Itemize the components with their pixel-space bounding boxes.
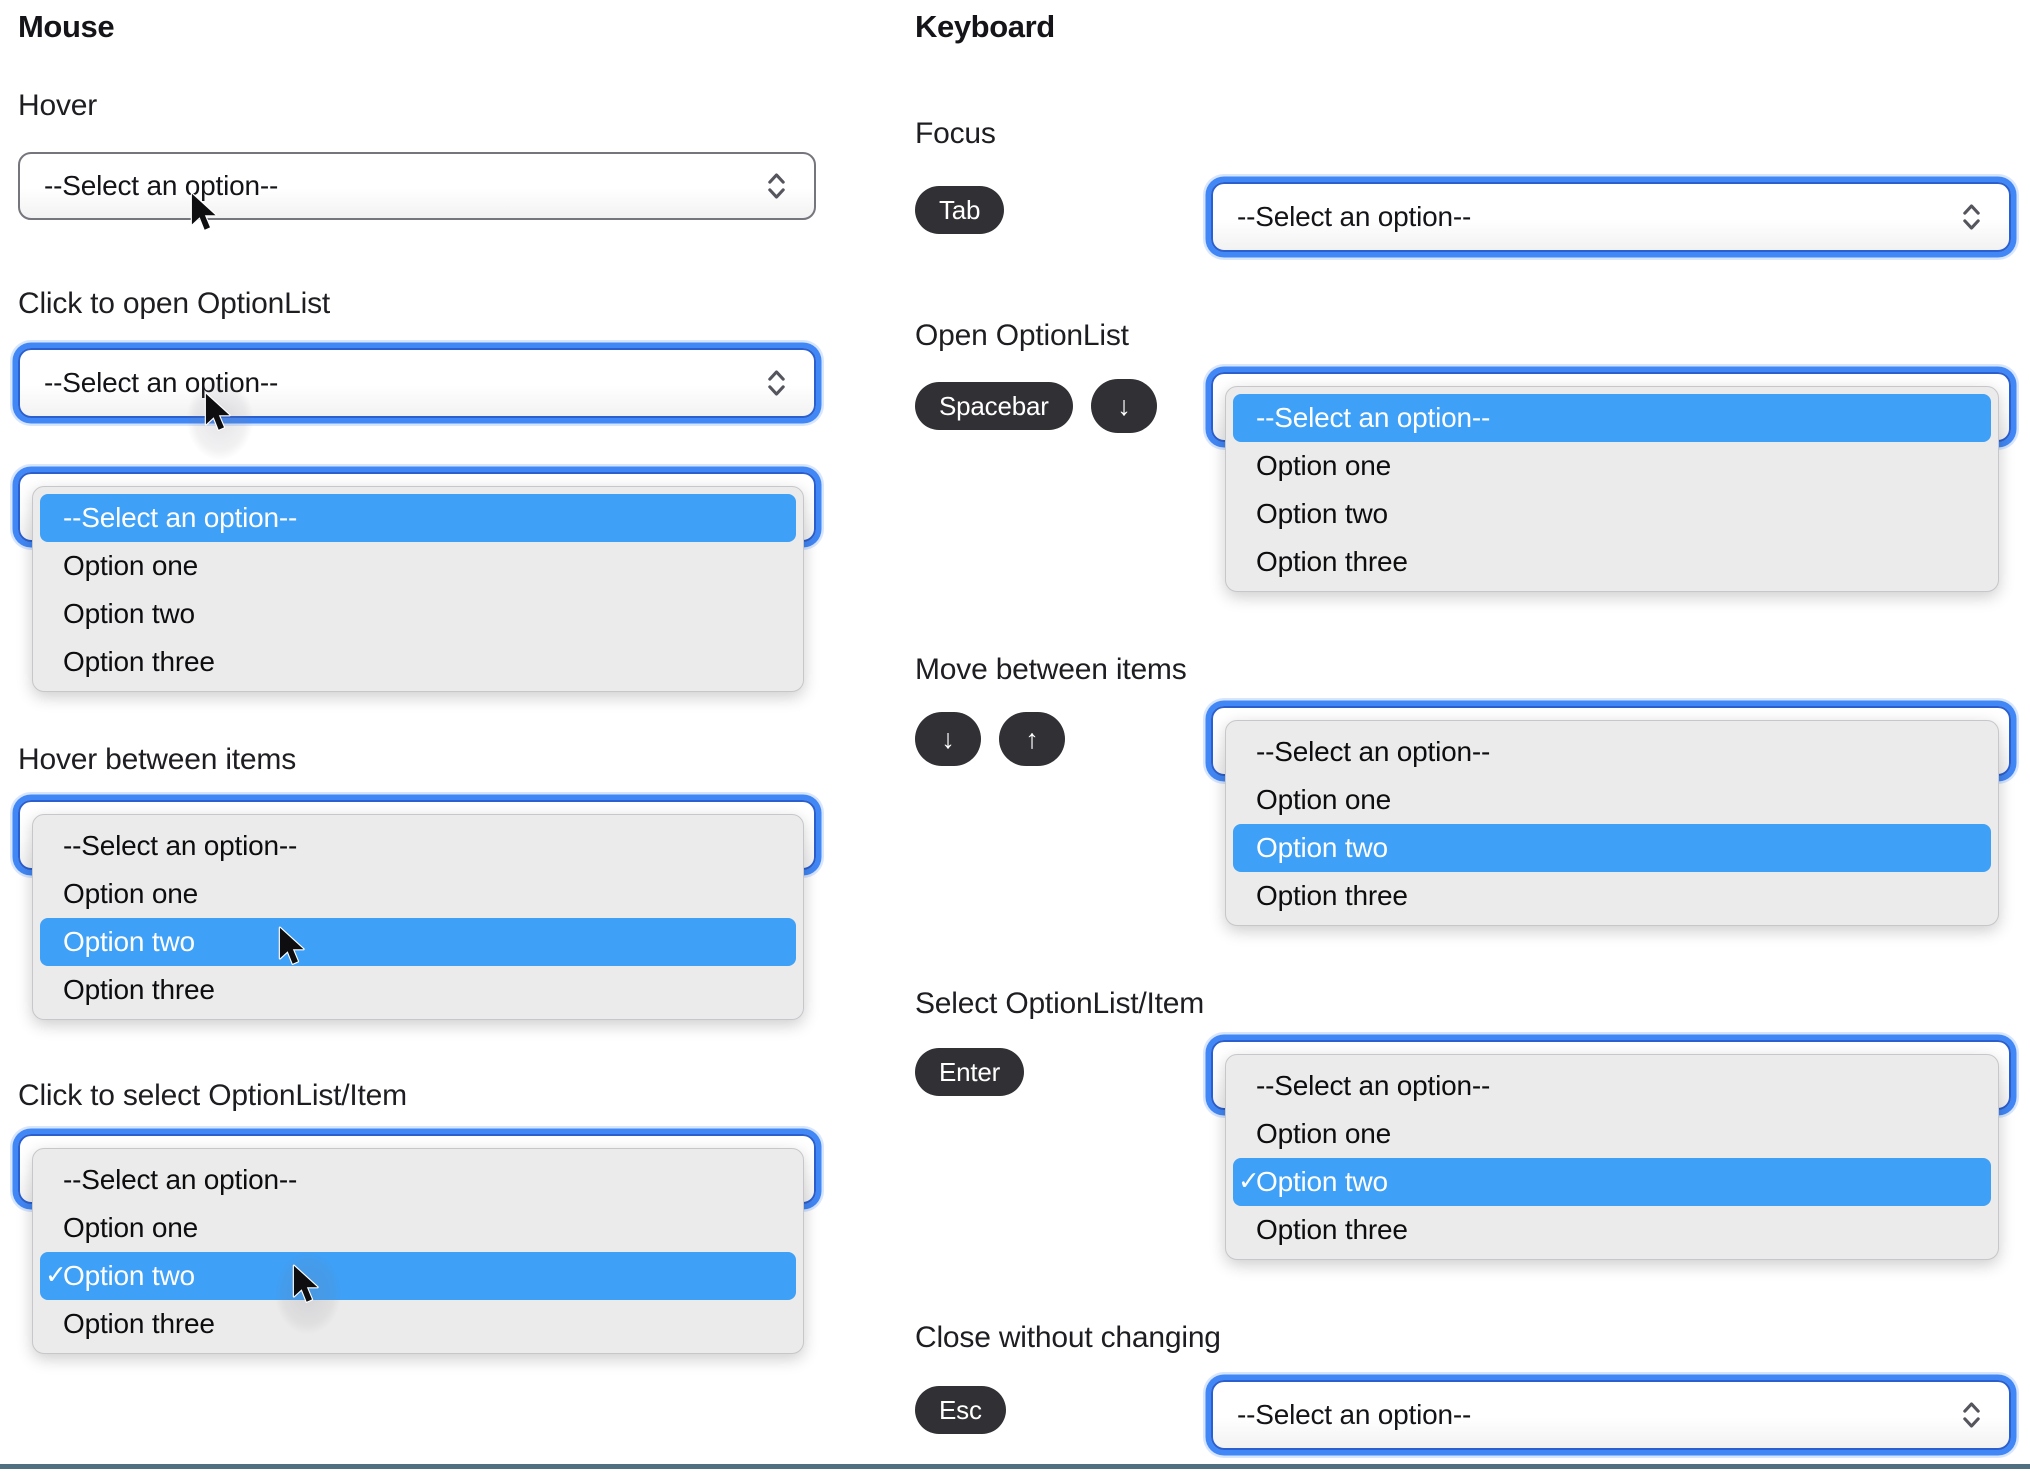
mouse-cursor-icon: [204, 392, 231, 431]
option-label: --Select an option--: [1256, 1070, 1491, 1101]
option-label: --Select an option--: [1256, 736, 1491, 767]
option-list: --Select an option-- Option one ✓ Option…: [32, 1148, 804, 1354]
option-label: --Select an option--: [63, 1164, 298, 1195]
option-item[interactable]: --Select an option--: [1233, 728, 1991, 776]
option-label: Option one: [1256, 1118, 1391, 1149]
option-label: Option two: [63, 598, 195, 629]
mouse-heading: Mouse: [18, 9, 115, 44]
option-item[interactable]: Option one: [40, 870, 796, 918]
focus-section-label: Focus: [915, 117, 996, 150]
keyboard-heading: Keyboard: [915, 9, 1055, 44]
option-list: --Select an option-- Option one Option t…: [32, 486, 804, 692]
mouse-cursor-icon: [190, 192, 217, 231]
option-item[interactable]: Option two: [40, 590, 796, 638]
option-item-selected[interactable]: ✓ Option two: [1233, 1158, 1991, 1206]
option-item[interactable]: --Select an option--: [40, 822, 796, 870]
hover-between-optionlist: --Select an option-- Option one Option t…: [18, 800, 816, 1020]
select-optionlist: --Select an option-- Option one ✓ Option…: [1211, 1040, 2011, 1260]
option-label: Option two: [63, 926, 195, 957]
chevron-updown-icon: [768, 370, 785, 396]
option-item[interactable]: Option three: [40, 638, 796, 686]
open-optionlist: --Select an option-- Option one Option t…: [1211, 372, 2011, 592]
page: Mouse Hover --Select an option-- Click t…: [0, 0, 2030, 1471]
option-item[interactable]: Option one: [40, 1204, 796, 1252]
open-section-label: Open OptionList: [915, 319, 1129, 352]
chevron-updown-icon: [768, 173, 785, 199]
option-item[interactable]: Option two: [1233, 824, 1991, 872]
option-label: Option three: [1256, 546, 1408, 577]
option-item[interactable]: --Select an option--: [40, 1156, 796, 1204]
checkmark-icon: ✓: [1238, 1165, 1260, 1196]
option-item[interactable]: --Select an option--: [1233, 394, 1991, 442]
hover-select[interactable]: --Select an option--: [18, 152, 816, 220]
option-item[interactable]: --Select an option--: [1233, 1062, 1991, 1110]
click-open-select[interactable]: --Select an option--: [18, 348, 816, 418]
option-label: Option one: [1256, 450, 1391, 481]
option-label: Option one: [1256, 784, 1391, 815]
mouse-cursor-icon: [292, 1264, 319, 1303]
option-label: --Select an option--: [1256, 402, 1491, 433]
select-value: --Select an option--: [1237, 1399, 1472, 1430]
option-item[interactable]: Option three: [1233, 1206, 1991, 1254]
option-label: Option three: [63, 974, 215, 1005]
option-label: Option three: [63, 646, 215, 677]
option-label: Option three: [1256, 880, 1408, 911]
option-item[interactable]: Option one: [1233, 776, 1991, 824]
option-label: Option three: [63, 1308, 215, 1339]
key-tab: Tab: [915, 186, 1005, 234]
option-label: Option two: [1256, 832, 1388, 863]
option-list: --Select an option-- Option one Option t…: [1225, 720, 1999, 926]
option-list: --Select an option-- Option one Option t…: [1225, 386, 1999, 592]
option-item[interactable]: Option three: [1233, 538, 1991, 586]
option-label: Option three: [1256, 1214, 1408, 1245]
checkmark-icon: ✓: [45, 1259, 67, 1290]
select-value: --Select an option--: [1237, 201, 1472, 232]
key-arrow-down: ↓: [915, 712, 981, 766]
bottom-divider: [0, 1464, 2030, 1469]
option-label: Option two: [63, 1260, 195, 1291]
option-label: --Select an option--: [63, 830, 298, 861]
option-list: --Select an option-- Option one ✓ Option…: [1225, 1054, 1999, 1260]
close-section-label: Close without changing: [915, 1321, 1221, 1354]
click-select-optionlist: --Select an option-- Option one ✓ Option…: [18, 1134, 816, 1354]
option-label: --Select an option--: [63, 502, 298, 533]
move-section-label: Move between items: [915, 653, 1187, 686]
option-item[interactable]: Option two: [40, 918, 796, 966]
key-esc: Esc: [915, 1386, 1006, 1434]
chevron-updown-icon: [1963, 204, 1980, 230]
option-item[interactable]: Option three: [1233, 872, 1991, 920]
key-spacebar: Spacebar: [915, 382, 1073, 430]
mouse-cursor-icon: [278, 926, 305, 965]
hover-between-section-label: Hover between items: [18, 743, 296, 776]
select-value: --Select an option--: [44, 170, 279, 201]
click-open-section-label: Click to open OptionList: [18, 287, 331, 320]
option-label: Option two: [1256, 498, 1388, 529]
option-item[interactable]: --Select an option--: [40, 494, 796, 542]
option-label: Option two: [1256, 1166, 1388, 1197]
close-select[interactable]: --Select an option--: [1211, 1380, 2011, 1450]
mouse-column: Mouse Hover --Select an option-- Click t…: [18, 0, 848, 1471]
move-optionlist: --Select an option-- Option one Option t…: [1211, 706, 2011, 926]
click-open-optionlist: --Select an option-- Option one Option t…: [18, 472, 816, 692]
option-item[interactable]: Option one: [1233, 1110, 1991, 1158]
click-select-section-label: Click to select OptionList/Item: [18, 1079, 407, 1112]
option-label: Option one: [63, 550, 198, 581]
select-section-label: Select OptionList/Item: [915, 987, 1205, 1020]
option-label: Option one: [63, 878, 198, 909]
hover-section-label: Hover: [18, 89, 98, 122]
key-arrow-up: ↑: [999, 712, 1065, 766]
key-arrow-down: ↓: [1091, 379, 1157, 433]
key-enter: Enter: [915, 1048, 1025, 1096]
focus-select[interactable]: --Select an option--: [1211, 182, 2011, 252]
option-item[interactable]: Option three: [40, 1300, 796, 1348]
option-item-selected[interactable]: ✓ Option two: [40, 1252, 796, 1300]
keyboard-column: Keyboard Focus Tab --Select an option-- …: [915, 0, 2030, 1471]
chevron-updown-icon: [1963, 1402, 1980, 1428]
option-item[interactable]: Option one: [1233, 442, 1991, 490]
option-item[interactable]: Option one: [40, 542, 796, 590]
option-list: --Select an option-- Option one Option t…: [32, 814, 804, 1020]
option-item[interactable]: Option three: [40, 966, 796, 1014]
option-label: Option one: [63, 1212, 198, 1243]
option-item[interactable]: Option two: [1233, 490, 1991, 538]
